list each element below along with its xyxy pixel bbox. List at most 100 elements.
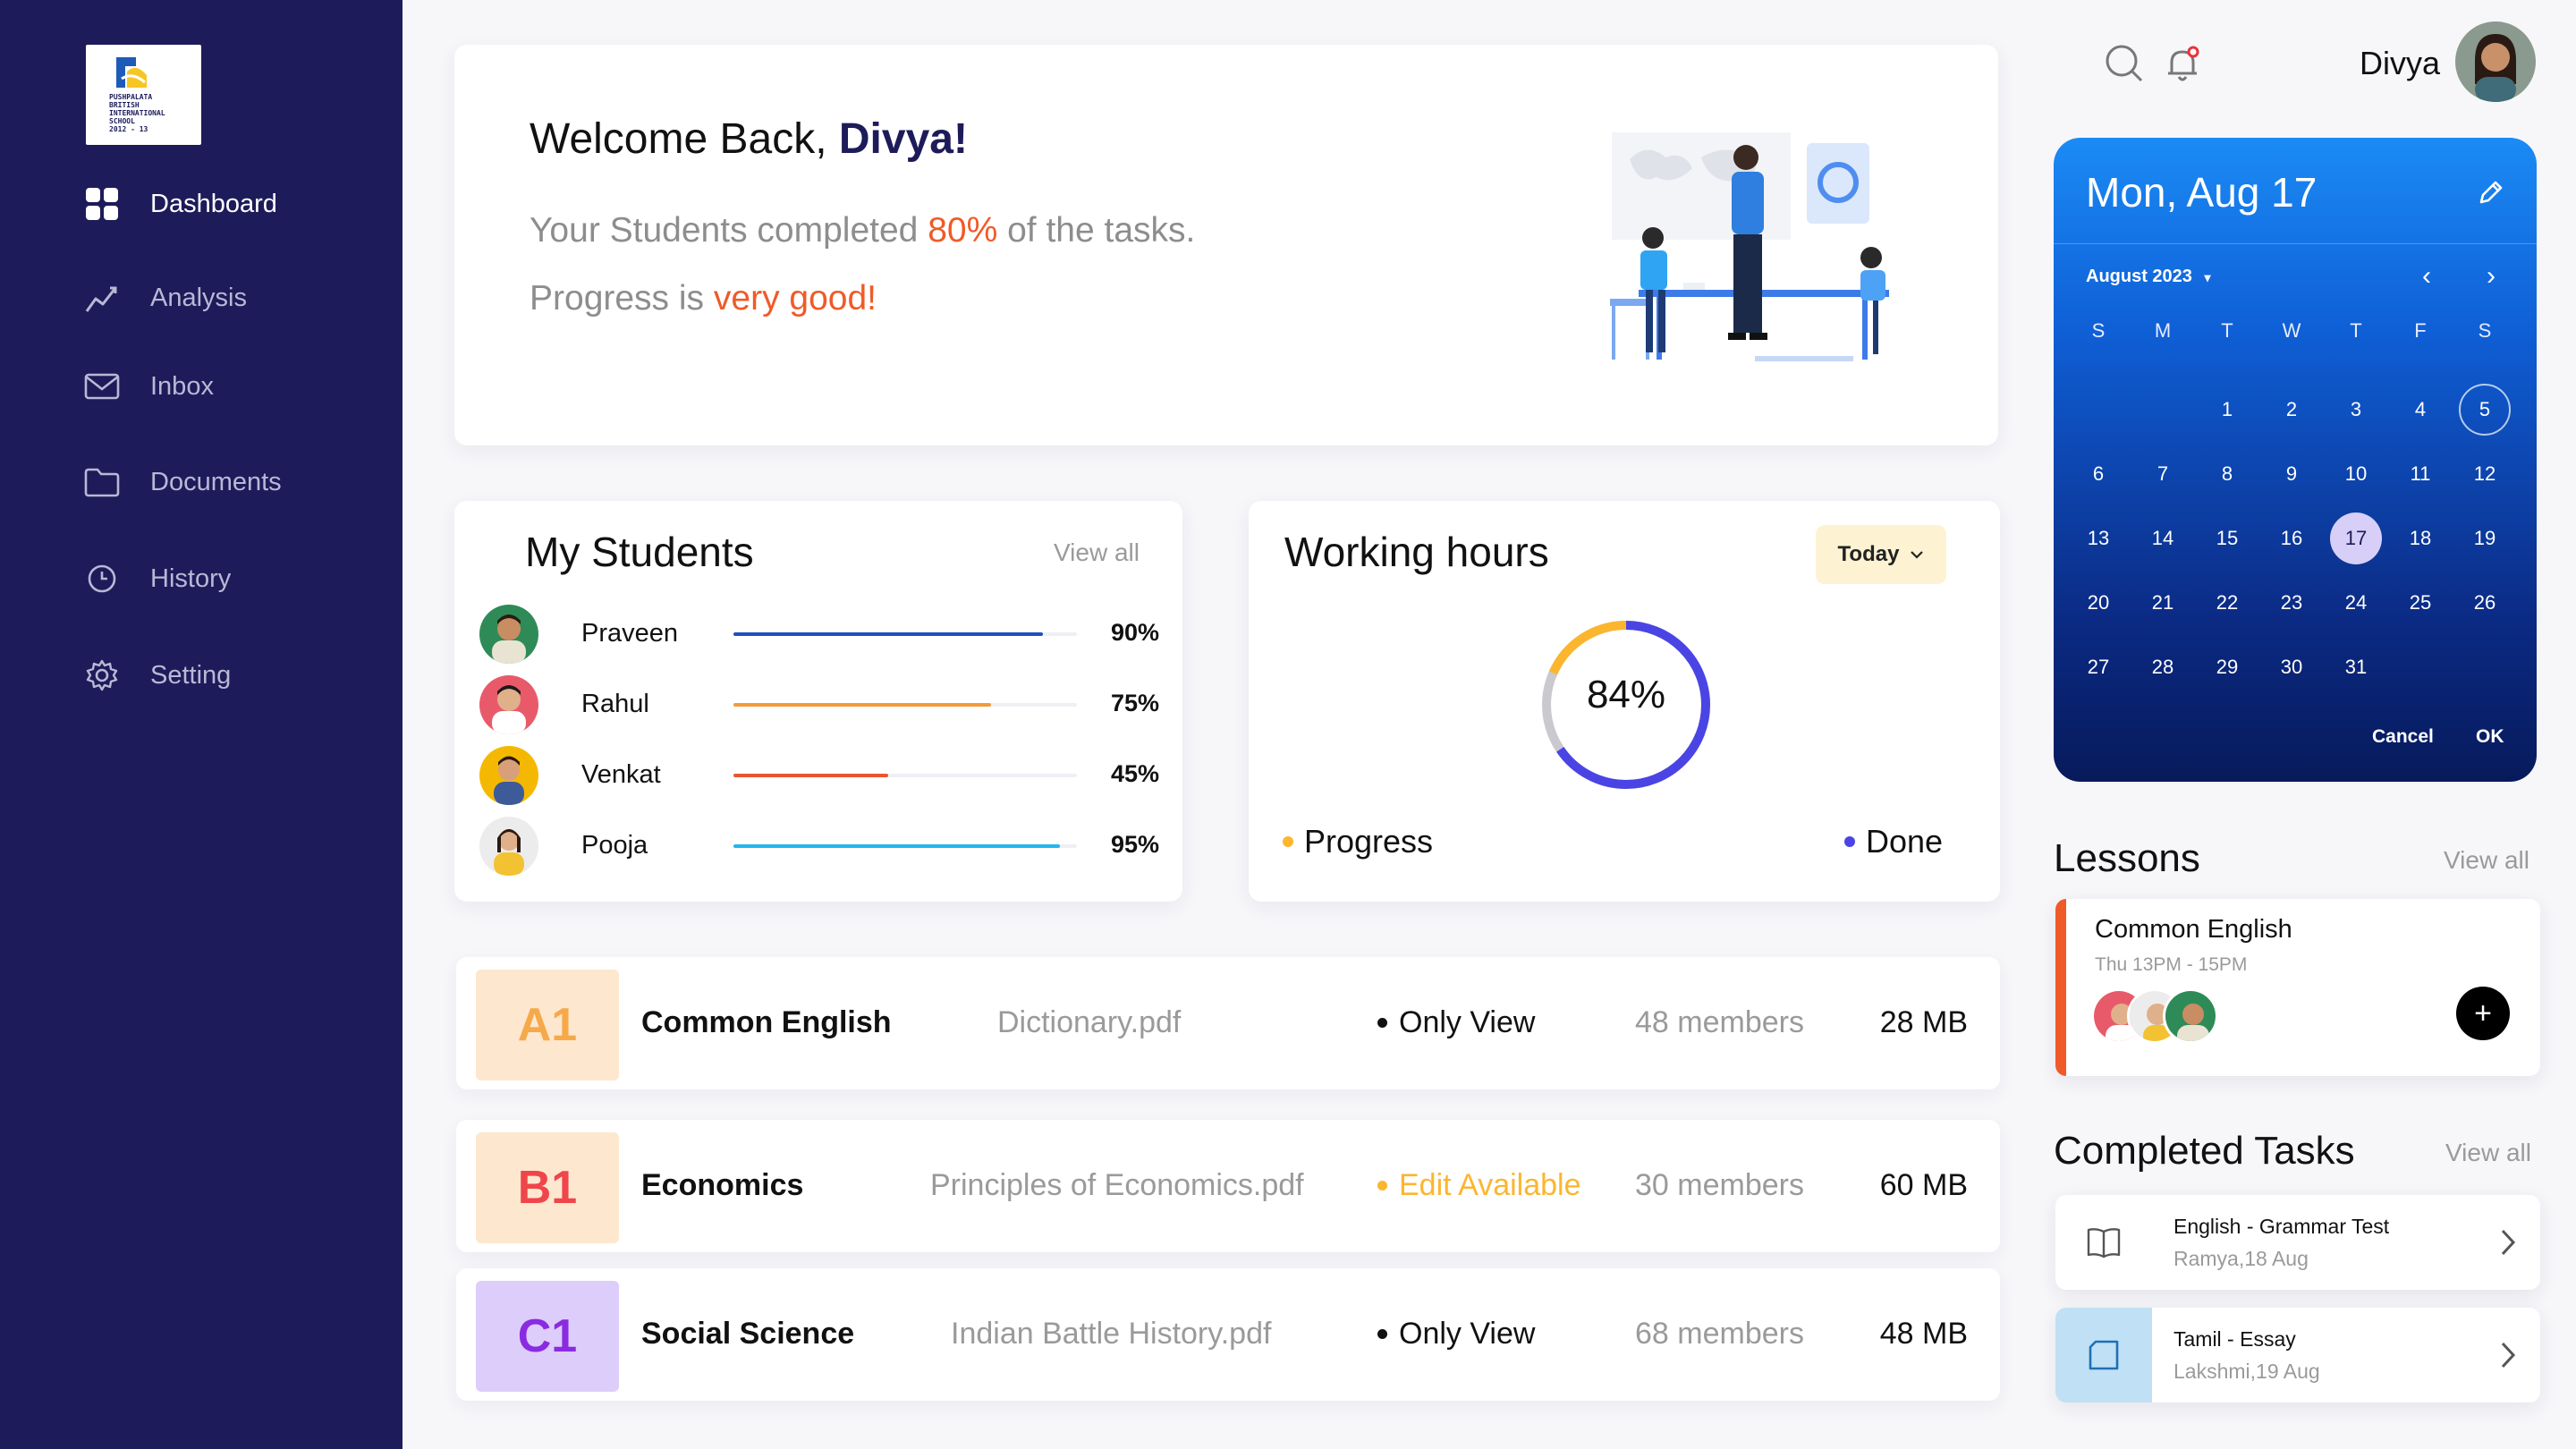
student-name: Praveen — [581, 619, 679, 648]
avatar — [479, 746, 538, 805]
user-avatar[interactable] — [2455, 21, 2536, 102]
legend-done: Done — [1844, 823, 1943, 860]
calendar-day[interactable]: 13 — [2066, 506, 2131, 571]
sidebar-item-label: History — [150, 564, 232, 593]
progress-track — [733, 774, 1077, 777]
calendar-day[interactable]: 7 — [2131, 442, 2195, 506]
calendar-day[interactable]: 11 — [2388, 442, 2453, 506]
weekday-label: T — [2221, 319, 2233, 342]
calendar-day[interactable]: 10 — [2324, 442, 2388, 506]
calendar-day[interactable]: 16 — [2259, 506, 2324, 571]
tasks-view-all-link[interactable]: View all — [2445, 1139, 2531, 1167]
today-filter-dropdown[interactable]: Today — [1816, 525, 1946, 584]
chevron-right-icon — [2501, 1342, 2516, 1368]
calendar-day[interactable]: 15 — [2195, 506, 2259, 571]
file-size: 48 MB — [1879, 1317, 1968, 1351]
sidebar-item-inbox[interactable]: Inbox — [84, 364, 214, 409]
school-logo[interactable]: PUSHPALATA BRITISH INTERNATIONAL SCHOOL … — [86, 45, 201, 145]
pencil-icon[interactable] — [2478, 179, 2504, 206]
course-file-row[interactable]: B1 Economics Principles of Economics.pdf… — [456, 1120, 2000, 1252]
calendar-day[interactable]: 27 — [2066, 635, 2131, 699]
members-count: 30 members — [1635, 1168, 1804, 1202]
avatar — [479, 605, 538, 664]
calendar-day[interactable]: 17 — [2324, 506, 2388, 571]
student-percent: 95% — [1111, 831, 1160, 858]
students-view-all-link[interactable]: View all — [1054, 538, 1140, 567]
calendar-ok-button[interactable]: OK — [2476, 726, 2504, 748]
members-count: 48 members — [1635, 1005, 1804, 1039]
avatar — [479, 675, 538, 734]
calendar-day[interactable]: 6 — [2066, 442, 2131, 506]
progress-fill — [733, 703, 991, 707]
chevron-down-icon — [1911, 551, 1924, 559]
calendar-day[interactable]: 12 — [2453, 442, 2517, 506]
calendar-day[interactable]: 1 — [2195, 377, 2259, 442]
student-row[interactable]: Rahul 75% — [479, 675, 1159, 734]
calendar-day[interactable]: 25 — [2388, 571, 2453, 635]
calendar-day[interactable]: 22 — [2195, 571, 2259, 635]
empty-day-cell — [2066, 377, 2131, 442]
add-lesson-button[interactable]: + — [2456, 987, 2510, 1040]
course-file-row[interactable]: C1 Social Science Indian Battle History.… — [456, 1268, 2000, 1401]
calendar-day[interactable]: 30 — [2259, 635, 2324, 699]
legend-dot — [1283, 836, 1293, 847]
weekday-label: T — [2350, 319, 2362, 342]
permission-label: Only View — [1377, 1005, 1535, 1040]
school-logo-text: PUSHPALATA BRITISH INTERNATIONAL SCHOOL … — [109, 93, 165, 133]
chevron-left-icon[interactable]: ‹ — [2422, 261, 2431, 292]
calendar-day[interactable]: 20 — [2066, 571, 2131, 635]
student-row[interactable]: Pooja 95% — [479, 817, 1159, 876]
task-title: English - Grammar Test — [2174, 1215, 2390, 1238]
lesson-card[interactable]: Common English Thu 13PM - 15PM + — [2055, 899, 2540, 1076]
search-icon[interactable] — [2102, 41, 2147, 86]
progress-track — [733, 632, 1077, 636]
sidebar-item-analysis[interactable]: Analysis — [84, 275, 247, 320]
calendar-day[interactable]: 5 — [2453, 377, 2517, 442]
sidebar-item-dashboard[interactable]: Dashboard — [84, 182, 277, 226]
calendar-day[interactable]: 19 — [2453, 506, 2517, 571]
file-link[interactable]: Principles of Economics.pdf — [930, 1168, 1304, 1203]
calendar-day[interactable]: 8 — [2195, 442, 2259, 506]
student-row[interactable]: Venkat 45% — [479, 746, 1159, 805]
task-subtitle: Ramya,18 Aug — [2174, 1247, 2309, 1270]
book-icon — [2055, 1195, 2152, 1290]
sidebar-item-history[interactable]: History — [84, 556, 231, 601]
weekday-label: S — [2091, 319, 2106, 342]
calendar-day[interactable]: 4 — [2388, 377, 2453, 442]
course-file-row[interactable]: A1 Common English Dictionary.pdf Only Vi… — [456, 957, 2000, 1089]
legend-progress: Progress — [1283, 823, 1433, 860]
filter-label: Today — [1837, 542, 1900, 566]
weekday-label: W — [2282, 319, 2301, 342]
calendar-day[interactable]: 29 — [2195, 635, 2259, 699]
calendar-divider — [2054, 243, 2537, 244]
sidebar-item-label: Inbox — [150, 371, 214, 401]
calendar-day[interactable]: 26 — [2453, 571, 2517, 635]
student-row[interactable]: Praveen 90% — [479, 605, 1159, 664]
chevron-right-icon[interactable]: › — [2487, 261, 2496, 292]
calendar-cancel-button[interactable]: Cancel — [2372, 726, 2434, 748]
task-item[interactable]: English - Grammar Test Ramya,18 Aug — [2055, 1195, 2540, 1290]
file-link[interactable]: Indian Battle History.pdf — [951, 1317, 1271, 1352]
sidebar-item-label: Documents — [150, 467, 282, 496]
legend-dot — [1844, 836, 1855, 847]
calendar-day[interactable]: 9 — [2259, 442, 2324, 506]
month-select[interactable]: August 2023 ▾ — [2086, 267, 2211, 287]
calendar-day[interactable]: 14 — [2131, 506, 2195, 571]
sidebar-item-documents[interactable]: Documents — [84, 460, 282, 504]
lessons-view-all-link[interactable]: View all — [2444, 846, 2529, 875]
calendar-day[interactable]: 3 — [2324, 377, 2388, 442]
chevron-right-icon — [2501, 1229, 2516, 1256]
calendar-day[interactable]: 2 — [2259, 377, 2324, 442]
sidebar-item-setting[interactable]: Setting — [84, 653, 231, 698]
calendar-day[interactable]: 21 — [2131, 571, 2195, 635]
course-name: Common English — [641, 1005, 892, 1039]
task-item[interactable]: Tamil - Essay Lakshmi,19 Aug — [2055, 1308, 2540, 1402]
calendar-day[interactable]: 31 — [2324, 635, 2388, 699]
calendar-day[interactable]: 18 — [2388, 506, 2453, 571]
calendar-day[interactable]: 24 — [2324, 571, 2388, 635]
avatar — [2163, 988, 2218, 1044]
calendar-day[interactable]: 28 — [2131, 635, 2195, 699]
file-link[interactable]: Dictionary.pdf — [997, 1005, 1181, 1040]
calendar-day[interactable]: 23 — [2259, 571, 2324, 635]
bell-icon[interactable] — [2161, 41, 2206, 86]
